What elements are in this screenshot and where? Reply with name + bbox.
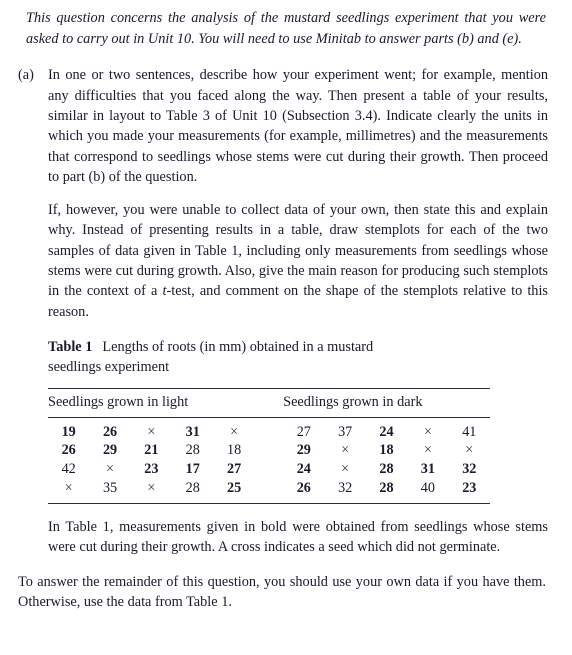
part-a-label: (a) [18, 67, 34, 84]
table-1-note: In Table 1, measurements given in bold w… [48, 518, 548, 555]
cell-light-r4c3: × [130, 479, 173, 504]
table-1-caption-text: Lengths of roots (in mm) obtained in a m… [48, 338, 374, 376]
part-a-paragraph-1: In one or two sentences, describe how yo… [48, 67, 548, 185]
cell-dark-r4c4: 40 [407, 479, 449, 504]
table-1-caption-label: Table 1 [48, 338, 93, 355]
cell-dark-r4c2: 32 [324, 479, 366, 504]
part-a-body: In one or two sentences, describe how yo… [48, 65, 548, 557]
question-part-a: (a) In one or two sentences, describe ho… [18, 65, 548, 557]
cell-gap-r3 [255, 461, 283, 480]
cell-light-r2c3: 21 [144, 442, 159, 459]
table-row: × 35 × 28 25 26 32 28 40 23 [48, 479, 490, 504]
cell-light-r3c4: 17 [185, 461, 200, 478]
cell-dark-r2c3: 18 [379, 442, 394, 459]
header-dark: Seedlings grown in dark [283, 387, 490, 418]
table-1-body: 19 26 × 31 × 27 37 24 × 41 26 29 21 28 1… [48, 417, 490, 504]
header-spacer [254, 387, 284, 418]
cell-light-r3c1: 42 [61, 461, 76, 478]
cell-dark-r2c2: × [341, 442, 350, 459]
intro-paragraph: This question concerns the analysis of t… [26, 10, 546, 47]
table-1-block: Table 1 Lengths of roots (in mm) obtained… [48, 337, 548, 504]
part-a-paragraph-2: If, however, you were unable to collect … [48, 200, 548, 322]
table-1-head: Seedlings grown in light Seedlings grown… [48, 387, 490, 418]
cell-dark-r1c4: × [423, 423, 432, 440]
cell-dark-r4c5: 23 [448, 479, 490, 504]
cell-gap-r1 [255, 417, 283, 442]
cell-light-r2c5: 18 [227, 442, 242, 459]
header-light: Seedlings grown in light [48, 387, 255, 418]
cell-light-r2c2: 29 [102, 442, 118, 459]
cell-dark-r4c3: 28 [365, 479, 408, 504]
table-row: 42 × 23 17 27 24 × 28 31 32 [48, 461, 490, 480]
cell-dark-r3c5: 32 [462, 461, 477, 478]
cell-dark-r2c1: 29 [296, 442, 311, 459]
cell-dark-r3c1: 24 [296, 461, 311, 478]
cell-dark-r1c2: 37 [338, 423, 353, 440]
cell-dark-r1c5: 41 [462, 423, 477, 440]
cell-light-r4c4: 28 [172, 479, 214, 504]
table-1: Seedlings grown in light Seedlings grown… [48, 387, 490, 504]
cell-light-r1c5: × [230, 423, 239, 440]
cell-light-r1c3: × [147, 423, 156, 440]
table-row: 19 26 × 31 × 27 37 24 × 41 [48, 417, 490, 442]
cell-dark-r4c1: 26 [283, 479, 325, 504]
cell-light-r1c2: 26 [102, 423, 118, 440]
cell-light-r2c1: 26 [61, 442, 76, 459]
closing-paragraph: To answer the remainder of this question… [18, 574, 546, 611]
cell-gap-r2 [255, 442, 283, 461]
table-1-header-row: Seedlings grown in light Seedlings grown… [48, 387, 490, 418]
cell-gap-r4 [254, 479, 284, 504]
cell-dark-r2c5: × [465, 442, 474, 459]
table-row: 26 29 21 28 18 29 × 18 × × [48, 442, 490, 461]
table-1-caption: Table 1 Lengths of roots (in mm) obtained… [48, 337, 378, 378]
cell-light-r1c4: 31 [185, 423, 200, 440]
document-page: This question concerns the analysis of t… [0, 8, 572, 655]
cell-light-r4c1: × [48, 479, 90, 504]
cell-dark-r3c3: 28 [379, 461, 394, 478]
cell-dark-r2c4: × [423, 442, 432, 459]
cell-light-r3c3: 23 [144, 461, 159, 478]
cell-dark-r1c1: 27 [296, 423, 311, 440]
cell-light-r4c5: 25 [213, 479, 255, 504]
cell-dark-r1c3: 24 [379, 423, 394, 440]
cell-dark-r3c4: 31 [420, 461, 435, 478]
cell-light-r4c2: 35 [89, 479, 131, 504]
cell-light-r2c4: 28 [185, 442, 200, 459]
cell-dark-r3c2: × [341, 461, 350, 478]
cell-light-r3c5: 27 [227, 461, 242, 478]
cell-light-r3c2: × [106, 461, 115, 478]
cell-light-r1c1: 19 [61, 423, 76, 440]
